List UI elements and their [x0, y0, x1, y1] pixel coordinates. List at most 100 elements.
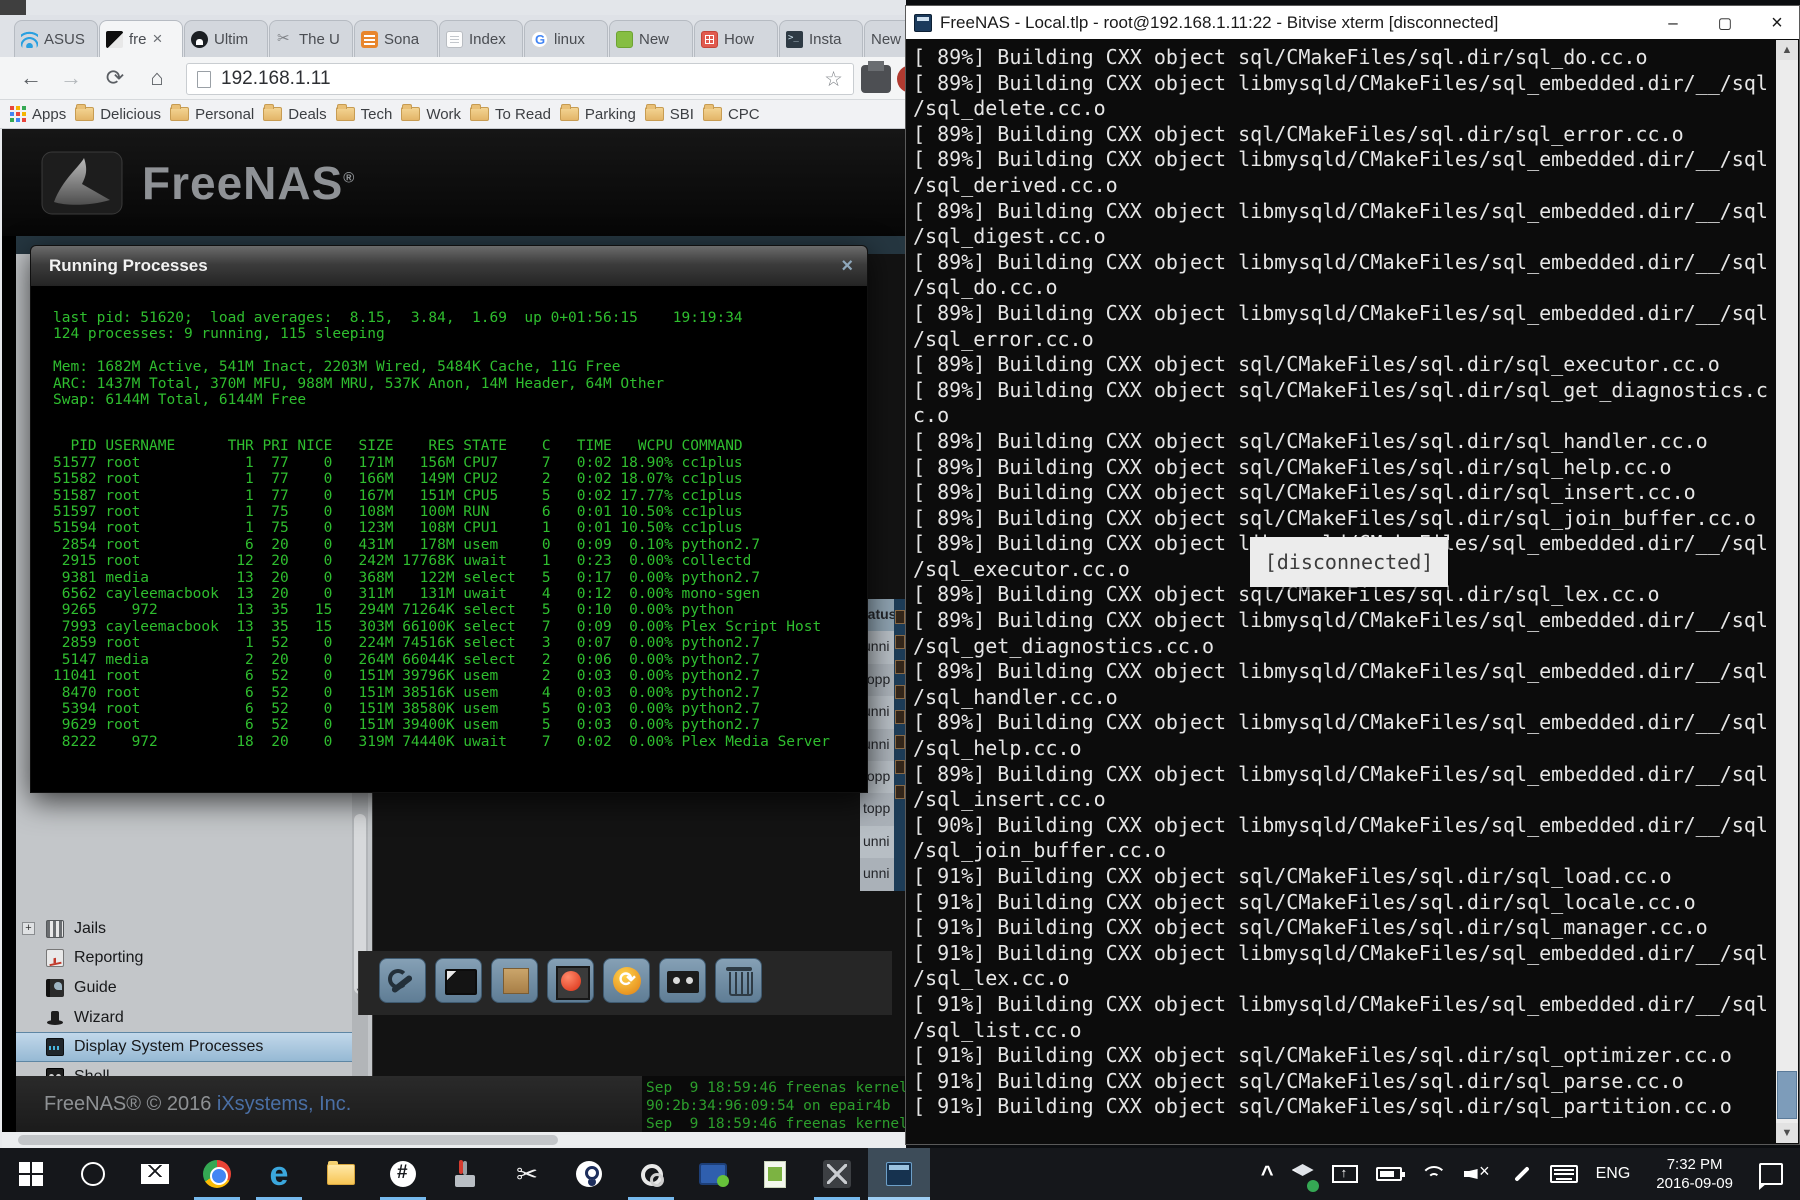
tab-close-icon[interactable]	[153, 29, 163, 49]
reporting-icon	[46, 949, 64, 968]
freenas-header: FreeNAS®	[2, 129, 906, 236]
freenas-logo-icon	[41, 151, 123, 214]
tab-ultim[interactable]: Ultim	[184, 20, 268, 57]
dialog-header[interactable]: Running Processes	[31, 246, 867, 286]
terminal-line: [ 89%] Building CXX object libmysqld/CMa…	[913, 659, 1768, 684]
console-log[interactable]: Sep 9 18:59:46 freenas kernel: arp: 192.…	[642, 1076, 906, 1132]
xterm-app-button[interactable]	[806, 1148, 868, 1200]
bookmark-star-icon[interactable]	[824, 67, 843, 92]
bookmark-folder[interactable]: Tech	[335, 104, 392, 123]
address-bar[interactable]: 192.168.1.11	[186, 63, 854, 95]
display-button[interactable]	[435, 958, 482, 1003]
terminal-line: [ 89%] Building CXX object sql/CMakeFile…	[913, 121, 1684, 146]
settings-button[interactable]	[620, 1148, 682, 1200]
bookmark-folder[interactable]: Delicious	[75, 104, 161, 123]
bookmark-folder[interactable]: To Read	[470, 104, 551, 123]
browser-horizontal-scrollbar[interactable]	[2, 1132, 906, 1148]
back-button[interactable]	[14, 61, 48, 95]
bookmark-folder[interactable]: Parking	[559, 104, 636, 123]
expand-plus-icon[interactable]	[22, 922, 35, 935]
terminal-line: /sql_do.cc.o	[913, 275, 1058, 300]
sidebar-item-jails[interactable]: Jails	[16, 914, 356, 944]
tab-insta[interactable]: Insta	[779, 20, 863, 57]
mail-button[interactable]	[124, 1148, 186, 1200]
sidebar-item-reporting[interactable]: Reporting	[16, 944, 356, 974]
clock[interactable]: 7:32 PM 2016-09-09	[1641, 1148, 1748, 1200]
plugins-box-button[interactable]	[491, 958, 538, 1003]
notes-app-button[interactable]	[744, 1148, 806, 1200]
cortana-icon	[81, 1162, 105, 1186]
tab-asus[interactable]: ASUS	[14, 20, 98, 57]
close-button[interactable]	[1755, 10, 1799, 36]
terminal-scrollbar[interactable]	[1776, 40, 1798, 1143]
bookmark-folder[interactable]: Deals	[263, 104, 327, 123]
bookmark-folder[interactable]: Work	[401, 104, 461, 123]
bookmark-label: Deals	[288, 105, 327, 123]
console-button[interactable]	[659, 958, 706, 1003]
tray-chevron-icon[interactable]	[1254, 1148, 1281, 1200]
trash-button[interactable]	[715, 958, 762, 1003]
settings-wrench-button[interactable]	[379, 958, 426, 1003]
cortana-button[interactable]	[62, 1148, 124, 1200]
apps-grid-icon	[10, 106, 26, 122]
sidebar-item-display-system-processes[interactable]: Display System Processes	[16, 1032, 356, 1062]
terminal-output[interactable]: [ 89%] Building CXX object sql/CMakeFile…	[907, 40, 1776, 1143]
lever-icon	[453, 1161, 477, 1187]
tab-sona[interactable]: Sona	[354, 20, 438, 57]
bitvise-xterm-taskbar-button[interactable]	[868, 1148, 930, 1200]
company-link[interactable]: iXsystems, Inc.	[217, 1093, 351, 1115]
tab-new-1[interactable]: New	[609, 20, 693, 57]
wizard-icon	[46, 1009, 64, 1027]
process-row: 2854 root 6 20 0 431M 178M usem 0 0:09 0…	[53, 536, 761, 553]
volume-tray-button[interactable]	[1457, 1148, 1499, 1200]
hscroll-thumb[interactable]	[18, 1135, 558, 1145]
pinball-app-button[interactable]	[434, 1148, 496, 1200]
printer-extension-icon[interactable]	[861, 61, 891, 93]
sidebar-item-label: Jails	[74, 919, 107, 937]
language-indicator[interactable]: ENG	[1589, 1148, 1638, 1200]
tab-the-u[interactable]: The U	[269, 20, 353, 57]
terminal-line: [ 89%] Building CXX object sql/CMakeFile…	[913, 454, 1672, 479]
action-center-button[interactable]	[1752, 1148, 1790, 1200]
touch-keyboard-button[interactable]	[1543, 1148, 1585, 1200]
edge-button[interactable]: e	[248, 1148, 310, 1200]
pen-tray-button[interactable]	[1503, 1148, 1539, 1200]
minimize-button[interactable]	[1651, 10, 1695, 36]
github-app-button[interactable]	[372, 1148, 434, 1200]
status-cell-fragment: topp	[860, 793, 894, 826]
scroll-up-arrow-icon[interactable]	[1776, 40, 1798, 60]
tab-how[interactable]: How	[694, 20, 778, 57]
terminal-title-bar[interactable]: FreeNAS - Local.tlp - root@192.168.1.11:…	[906, 6, 1799, 39]
project-tray-button[interactable]	[1325, 1148, 1365, 1200]
battery-tray-button[interactable]	[1369, 1148, 1409, 1200]
keepass-button[interactable]	[558, 1148, 620, 1200]
sidebar-item-wizard[interactable]: Wizard	[16, 1003, 356, 1033]
dropbox-tray-button[interactable]	[1285, 1148, 1321, 1200]
maximize-button[interactable]	[1703, 10, 1747, 36]
chrome-button[interactable]	[186, 1148, 248, 1200]
tab-index[interactable]: Index	[439, 20, 523, 57]
snipping-tool-button[interactable]	[496, 1148, 558, 1200]
google-icon	[531, 30, 548, 48]
dialog-close-icon[interactable]	[841, 255, 853, 278]
bookmark-folder[interactable]: SBI	[644, 104, 694, 123]
tab-freenas[interactable]: fre	[99, 20, 183, 57]
bookmark-apps[interactable]: Apps	[10, 106, 66, 123]
remote-desktop-button[interactable]	[682, 1148, 744, 1200]
process-row: 51582 root 1 77 0 166M 149M CPU2 2 0:02 …	[53, 471, 743, 488]
bookmark-folder[interactable]: CPC	[702, 104, 760, 123]
network-tray-button[interactable]	[1413, 1148, 1453, 1200]
start-button[interactable]	[0, 1148, 62, 1200]
reload-button[interactable]	[98, 61, 132, 95]
refresh-button[interactable]	[603, 958, 650, 1003]
bookmark-folder[interactable]: Personal	[170, 104, 254, 123]
file-explorer-button[interactable]	[310, 1148, 372, 1200]
sidebar-item-guide[interactable]: Guide	[16, 973, 356, 1003]
tab-linux[interactable]: linux	[524, 20, 608, 57]
terminal-scroll-thumb[interactable]	[1777, 1071, 1797, 1119]
forward-button[interactable]	[54, 61, 88, 95]
alert-button[interactable]	[547, 958, 594, 1003]
home-button[interactable]	[140, 61, 174, 95]
scroll-down-arrow-icon[interactable]	[1776, 1123, 1798, 1143]
url-text[interactable]: 192.168.1.11	[221, 68, 814, 90]
